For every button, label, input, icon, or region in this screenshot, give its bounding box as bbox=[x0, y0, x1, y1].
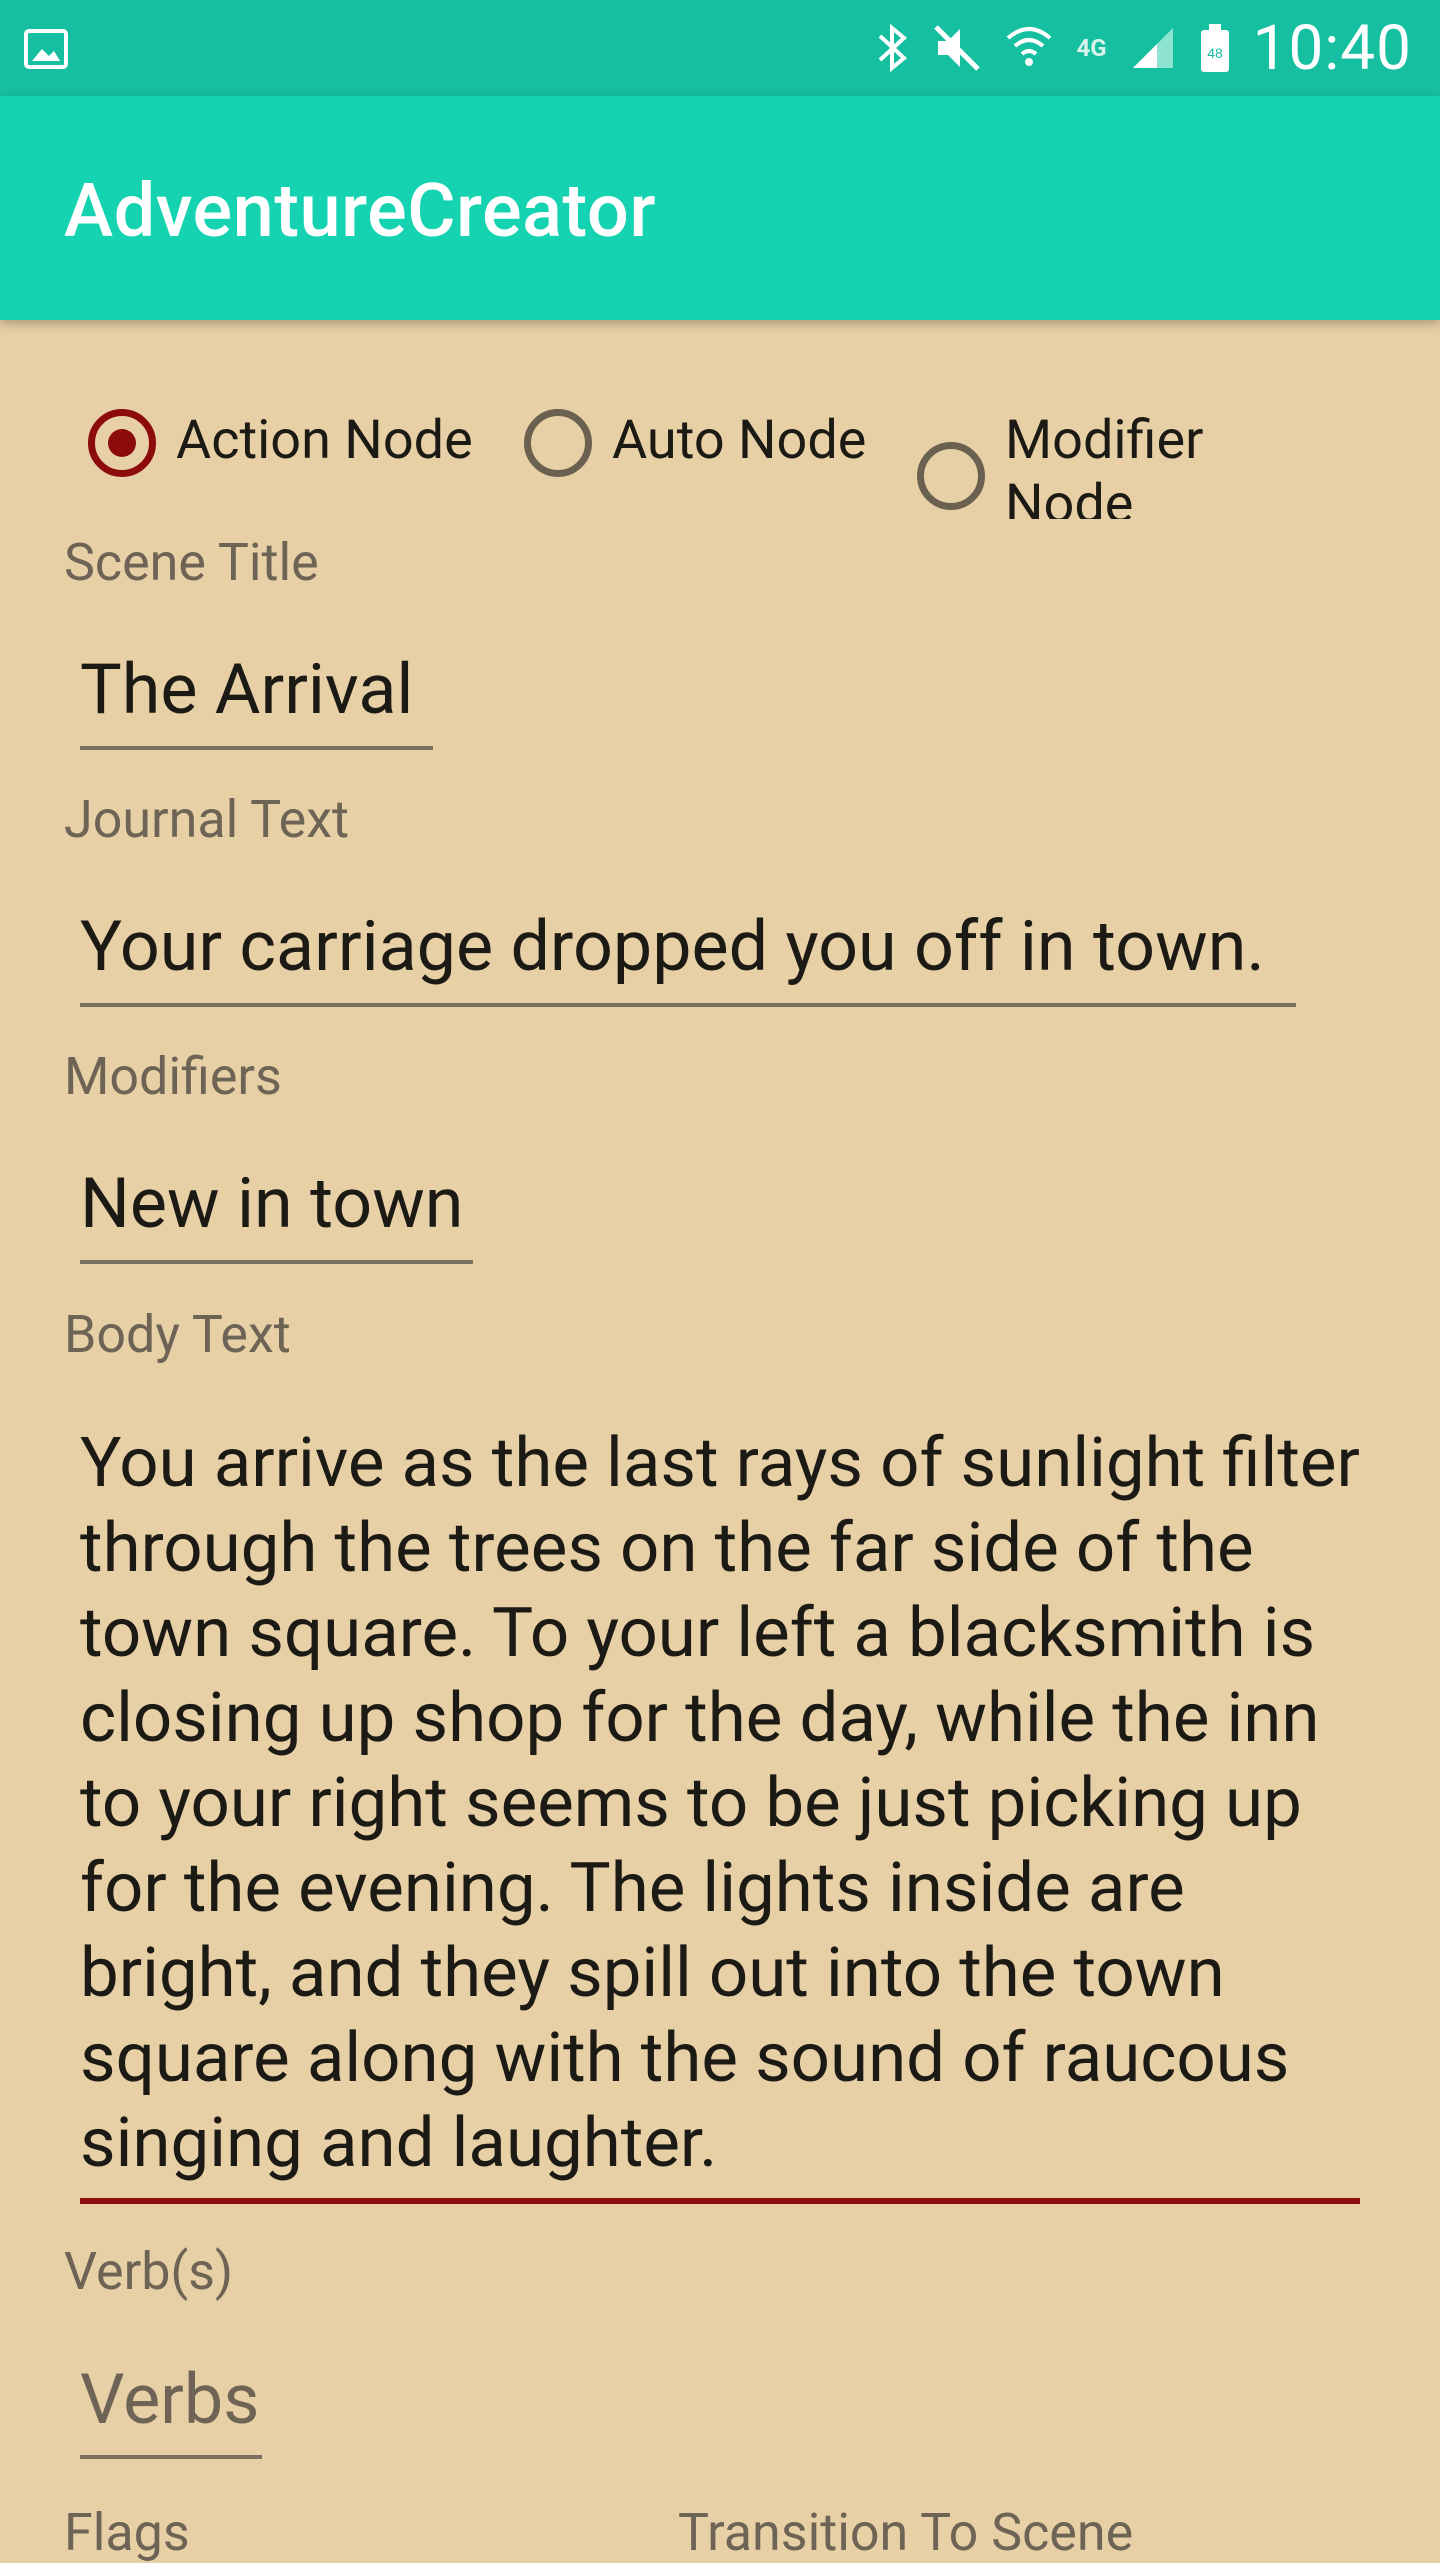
svg-text:48: 48 bbox=[1207, 45, 1223, 61]
wifi-icon bbox=[1007, 27, 1052, 66]
verbs-input[interactable]: Verbs bbox=[80, 2358, 259, 2442]
radio-label: Action Node bbox=[176, 409, 473, 472]
radio-auto-node[interactable]: Auto Node bbox=[524, 409, 866, 477]
scene-title-underline bbox=[80, 746, 433, 750]
mute-icon bbox=[934, 25, 981, 71]
bluetooth-icon bbox=[879, 23, 908, 73]
lte-icon: 4G bbox=[1076, 34, 1107, 62]
scene-title-input[interactable]: The Arrival bbox=[80, 648, 413, 732]
body-text-underline bbox=[80, 2198, 1360, 2204]
signal-icon bbox=[1132, 28, 1173, 68]
radio-unchecked-icon bbox=[524, 409, 592, 477]
transition-to-scene-label: Transition To Scene bbox=[678, 2502, 1134, 2563]
app-bar: AdventureCreator bbox=[0, 96, 1440, 320]
radio-label: Auto Node bbox=[612, 409, 867, 472]
verbs-label: Verb(s) bbox=[64, 2241, 234, 2302]
image-icon bbox=[24, 29, 68, 69]
modifiers-label: Modifiers bbox=[64, 1046, 282, 1107]
clock: 10:40 bbox=[1252, 11, 1412, 85]
body-text-input[interactable]: You arrive as the last rays of sunlight … bbox=[80, 1420, 1370, 2185]
journal-text-label: Journal Text bbox=[64, 789, 350, 850]
app-title: AdventureCreator bbox=[64, 168, 656, 255]
status-bar: 4G 48 10:40 bbox=[0, 0, 1440, 96]
battery-icon: 48 bbox=[1200, 24, 1229, 72]
modifiers-underline bbox=[80, 1260, 473, 1264]
modifiers-input[interactable]: New in town bbox=[80, 1162, 463, 1246]
journal-text-input[interactable]: Your carriage dropped you off in town. bbox=[80, 905, 1265, 989]
radio-modifier-node[interactable]: Modifier Node bbox=[917, 409, 1235, 519]
radio-label: Modifier Node bbox=[1005, 409, 1204, 519]
flags-label: Flags bbox=[64, 2502, 190, 2563]
verbs-underline bbox=[80, 2455, 262, 2459]
journal-text-underline bbox=[80, 1003, 1296, 1007]
scene-title-label: Scene Title bbox=[64, 532, 319, 593]
body-text-label: Body Text bbox=[64, 1304, 291, 1365]
radio-unchecked-icon bbox=[917, 442, 985, 510]
radio-checked-icon bbox=[88, 409, 156, 477]
radio-action-node[interactable]: Action Node bbox=[88, 409, 473, 477]
